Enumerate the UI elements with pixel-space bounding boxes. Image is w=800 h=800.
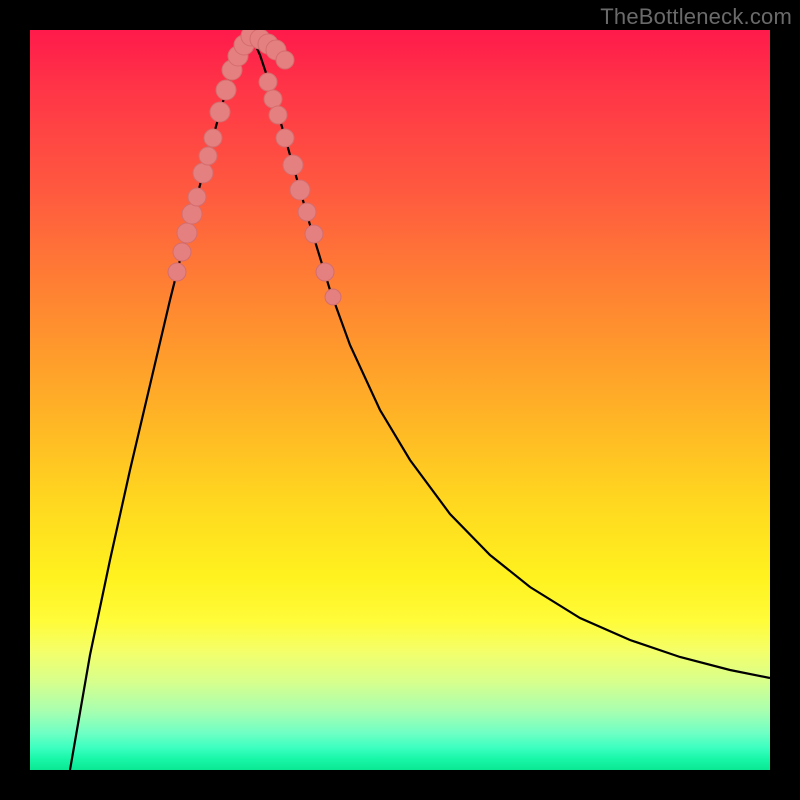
data-marker (204, 129, 222, 147)
data-marker (269, 106, 287, 124)
data-marker (305, 225, 323, 243)
left-curve (70, 36, 250, 770)
data-markers (168, 30, 341, 305)
data-marker (193, 163, 213, 183)
data-marker (325, 289, 341, 305)
data-marker (259, 73, 277, 91)
data-marker (276, 129, 294, 147)
data-marker (316, 263, 334, 281)
data-marker (276, 51, 294, 69)
data-marker (264, 90, 282, 108)
watermark-label: TheBottleneck.com (600, 4, 792, 30)
curve-layer (30, 30, 770, 770)
data-marker (188, 188, 206, 206)
plot-area (30, 30, 770, 770)
data-marker (182, 204, 202, 224)
data-marker (290, 180, 310, 200)
data-marker (177, 223, 197, 243)
data-marker (168, 263, 186, 281)
data-marker (283, 155, 303, 175)
data-marker (298, 203, 316, 221)
data-marker (210, 102, 230, 122)
data-marker (216, 80, 236, 100)
chart-stage: TheBottleneck.com (0, 0, 800, 800)
data-marker (173, 243, 191, 261)
right-curve (250, 36, 770, 678)
data-marker (199, 147, 217, 165)
